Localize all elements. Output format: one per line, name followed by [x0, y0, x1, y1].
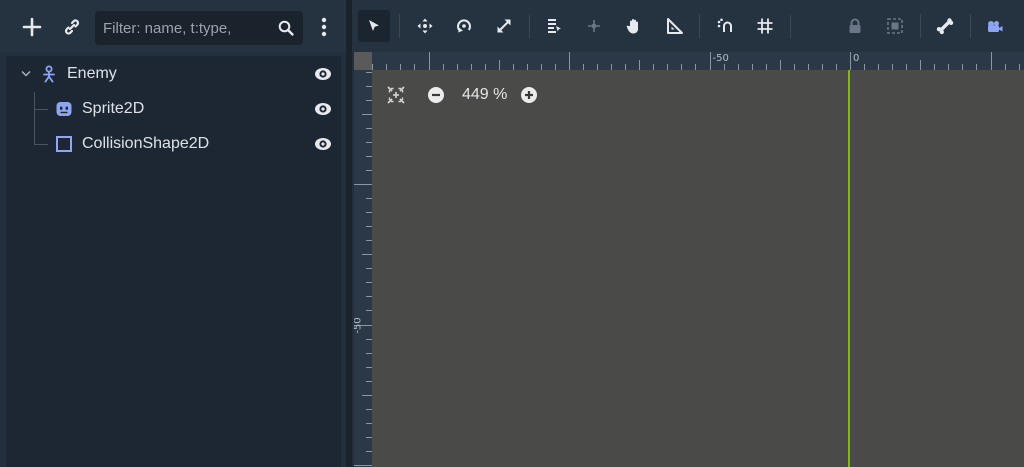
tree-item-label: CollisionShape2D [82, 135, 210, 152]
hand-icon [626, 19, 638, 34]
camera-icon [988, 21, 1003, 32]
collisionshape2d-icon [56, 136, 72, 152]
scale-icon [497, 19, 511, 33]
instantiate-scene-button[interactable] [57, 12, 87, 42]
search-icon [278, 20, 294, 36]
ruler-tick [639, 60, 641, 70]
canvas-editor: -50 0 -50 449 % [352, 0, 1024, 467]
ruler-corner [354, 52, 372, 70]
group-button[interactable] [879, 10, 911, 42]
tree-item-label: Sprite2D [82, 100, 145, 117]
kebab-menu-icon [321, 17, 327, 37]
scene-tree: Enemy Sprite2D CollisionShape2D [6, 56, 341, 467]
tree-item-sprite2d[interactable]: Sprite2D [6, 92, 341, 126]
toolbar-separator [529, 14, 530, 38]
zoom-level[interactable]: 449 % [462, 86, 507, 104]
skeleton-button[interactable] [929, 10, 961, 42]
toolbar-separator [790, 14, 791, 38]
link-icon [64, 19, 80, 35]
tree-item-label: Enemy [67, 65, 117, 82]
ruler-tick [709, 52, 711, 70]
ruler-label: -50 [354, 317, 364, 334]
bone-icon [936, 18, 954, 35]
ruler-tick [362, 254, 372, 256]
filter-input[interactable] [95, 11, 269, 45]
sprite2d-icon [56, 102, 72, 116]
chevron-down-icon[interactable] [21, 70, 31, 78]
y-axis-origin-line [848, 70, 850, 467]
grid-snap-icon [757, 18, 773, 34]
toolbar-separator [699, 14, 700, 38]
ruler-tick [354, 184, 372, 185]
pivot-icon [588, 20, 600, 32]
camera-override-button[interactable] [978, 10, 1010, 42]
group-icon [887, 18, 903, 34]
editor-toolbar [352, 0, 1024, 52]
rotate-mode-button[interactable] [448, 10, 480, 42]
ruler-triangle-icon [667, 18, 683, 34]
zoom-out-button[interactable] [424, 83, 448, 107]
ruler-label: -50 [712, 53, 729, 64]
scene-toolbar [0, 0, 346, 52]
list-selectable-button[interactable] [538, 10, 570, 42]
canvas-viewport[interactable]: 449 % [372, 70, 1024, 467]
smart-snap-icon [717, 18, 732, 32]
zoom-controls: 449 % [384, 82, 541, 108]
plus-circle-icon [521, 87, 538, 103]
pivot-button[interactable] [578, 10, 610, 42]
visibility-eye-icon[interactable] [313, 135, 333, 153]
add-node-button[interactable] [17, 12, 47, 42]
scene-dock: Enemy Sprite2D CollisionShape2D [0, 0, 346, 467]
move-mode-button[interactable] [409, 10, 441, 42]
lock-icon [849, 18, 861, 33]
visibility-eye-icon[interactable] [313, 100, 333, 118]
visibility-eye-icon[interactable] [313, 65, 333, 83]
zoom-in-button[interactable] [517, 83, 541, 107]
grid-snap-button[interactable] [749, 10, 781, 42]
toolbar-separator [970, 14, 971, 38]
ruler-left[interactable]: -50 [354, 70, 372, 467]
center-view-button[interactable] [384, 83, 408, 107]
center-view-icon [387, 86, 405, 104]
ruler-tick [779, 60, 781, 70]
plus-icon [22, 17, 42, 37]
scene-menu-button[interactable] [310, 12, 338, 42]
minus-circle-icon [428, 87, 444, 103]
ruler-tick [990, 52, 992, 70]
lock-button[interactable] [839, 10, 871, 42]
ruler-tick [428, 52, 430, 70]
ruler-tick [362, 394, 372, 396]
ruler-tick [569, 52, 570, 70]
ruler-mode-button[interactable] [658, 10, 690, 42]
rotate-icon [457, 19, 471, 33]
smart-snap-button[interactable] [709, 10, 741, 42]
scale-mode-button[interactable] [488, 10, 520, 42]
ruler-tick [920, 60, 922, 70]
filter-search-button[interactable] [271, 13, 301, 43]
toolbar-separator [399, 14, 400, 38]
list-select-icon [548, 19, 561, 33]
move-arrows-icon [417, 18, 433, 34]
tree-item-enemy[interactable]: Enemy [6, 57, 341, 91]
pan-mode-button[interactable] [618, 10, 650, 42]
ruler-tick [362, 113, 372, 115]
ruler-tick [498, 60, 500, 70]
select-mode-button[interactable] [358, 10, 390, 42]
tree-item-collisionshape2d[interactable]: CollisionShape2D [6, 127, 341, 161]
node2d-icon [43, 65, 55, 83]
toolbar-separator [920, 14, 921, 38]
ruler-tick [354, 465, 372, 466]
ruler-top[interactable]: -50 0 [372, 52, 1024, 70]
filter-box [95, 11, 303, 45]
cursor-arrow-icon [369, 20, 379, 31]
ruler-tick [850, 52, 851, 70]
ruler-label: 0 [853, 53, 860, 64]
